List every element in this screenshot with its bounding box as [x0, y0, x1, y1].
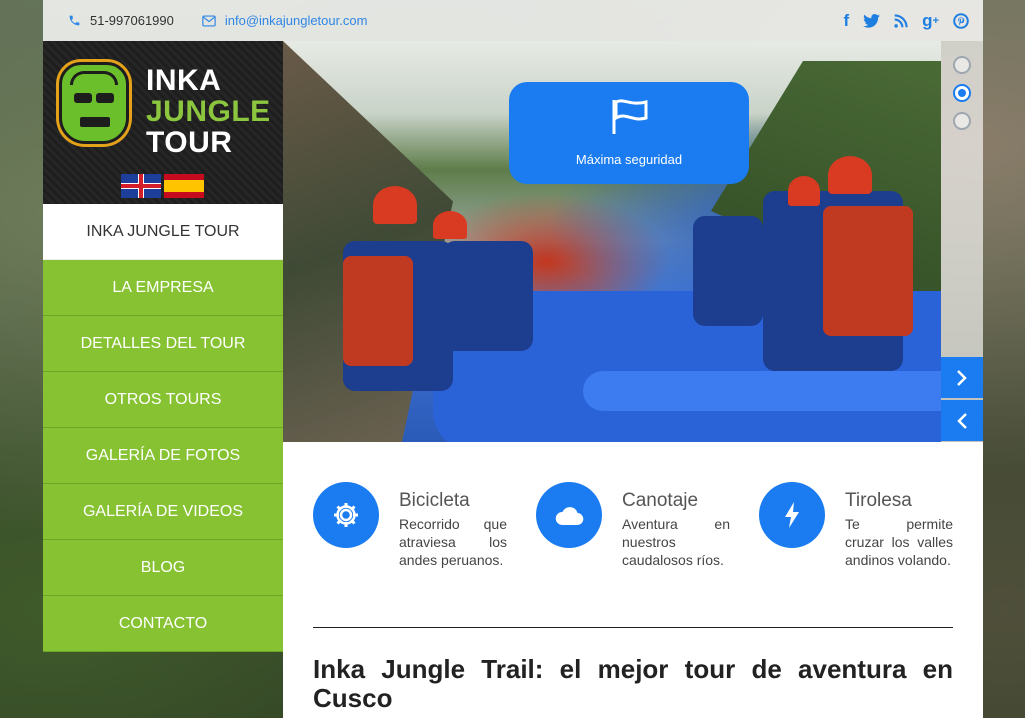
next-slide-button[interactable]: [941, 357, 983, 398]
google-plus-icon[interactable]: g +: [922, 11, 939, 31]
hero-feature-card: Máxima seguridad: [509, 82, 749, 184]
rss-icon[interactable]: [894, 13, 908, 28]
spain-flag-icon[interactable]: [164, 174, 204, 198]
menu-item-galeria-de-fotos[interactable]: GALERÍA DE FOTOS: [43, 428, 283, 484]
flag-icon: [612, 99, 648, 134]
slide-dot-3[interactable]: [953, 112, 971, 130]
feature-title: Bicicleta: [399, 490, 470, 511]
hero-card-title: Máxima seguridad: [575, 152, 683, 167]
brand-line-3: TOUR: [146, 126, 233, 159]
slide-dot-1[interactable]: [953, 56, 971, 74]
gear-icon: [313, 482, 379, 548]
feature-title: Canotaje: [622, 490, 699, 511]
menu-item-detalles-del-tour[interactable]: DETALLES DEL TOUR: [43, 316, 283, 372]
menu-item-la-empresa[interactable]: LA EMPRESA: [43, 260, 283, 316]
brand-line-2: JUNGLE: [146, 95, 271, 128]
twitter-icon[interactable]: [863, 13, 881, 28]
menu-item-blog[interactable]: BLOG: [43, 540, 283, 596]
sidebar: INKA JUNGLE TOUR INKA JUNGLE TOUR LA EMP…: [43, 41, 283, 652]
menu-item-inka-jungle-tour[interactable]: INKA JUNGLE TOUR: [43, 204, 283, 260]
phone-number: 51-997061990: [90, 13, 174, 28]
section-divider: [313, 627, 953, 628]
email-address: info@inkajungletour.com: [224, 13, 368, 28]
contact-info: 51-997061990 info@inkajungletour.com: [43, 13, 367, 28]
slide-dot-2[interactable]: [953, 84, 971, 102]
brand-name: INKA JUNGLE TOUR: [146, 65, 271, 158]
main-content: Bicicleta Recorrido que atraviesa los an…: [283, 442, 983, 718]
bolt-icon: [759, 482, 825, 548]
cloud-icon: [536, 482, 602, 548]
email-link[interactable]: info@inkajungletour.com: [202, 13, 368, 28]
envelope-icon: [202, 14, 216, 27]
language-switcher: [121, 174, 207, 198]
top-bar: 51-997061990 info@inkajungletour.com f g…: [43, 0, 983, 41]
phone-link[interactable]: 51-997061990: [68, 13, 174, 28]
logo-area[interactable]: INKA JUNGLE TOUR: [43, 41, 283, 204]
menu-item-otros-tours[interactable]: OTROS TOURS: [43, 372, 283, 428]
facebook-icon[interactable]: f: [844, 11, 850, 31]
feature-description: Te permite cruzar los valles andinos vol…: [845, 516, 953, 568]
mask-logo-icon: [59, 62, 129, 144]
chevron-right-icon: [957, 369, 967, 386]
menu-item-contacto[interactable]: CONTACTO: [43, 596, 283, 652]
uk-flag-icon[interactable]: [121, 174, 161, 198]
phone-icon: [68, 14, 81, 27]
feature-description: Recorrido que atraviesa los andes peruan…: [399, 516, 507, 568]
page-headline: Inka Jungle Trail: el mejor tour de aven…: [313, 654, 953, 713]
social-links: f g +: [830, 0, 970, 41]
chevron-left-icon: [957, 412, 967, 429]
hero-slider-image: Máxima seguridad: [283, 41, 941, 442]
main-menu: INKA JUNGLE TOUR LA EMPRESA DETALLES DEL…: [43, 204, 283, 652]
feature-description: Aventura en nuestros caudalosos ríos.: [622, 516, 730, 568]
feature-title: Tirolesa: [845, 490, 912, 511]
prev-slide-button[interactable]: [941, 400, 983, 441]
brand-line-1: INKA: [146, 64, 222, 97]
pinterest-icon[interactable]: [953, 12, 969, 29]
menu-item-galeria-de-videos[interactable]: GALERÍA DE VIDEOS: [43, 484, 283, 540]
